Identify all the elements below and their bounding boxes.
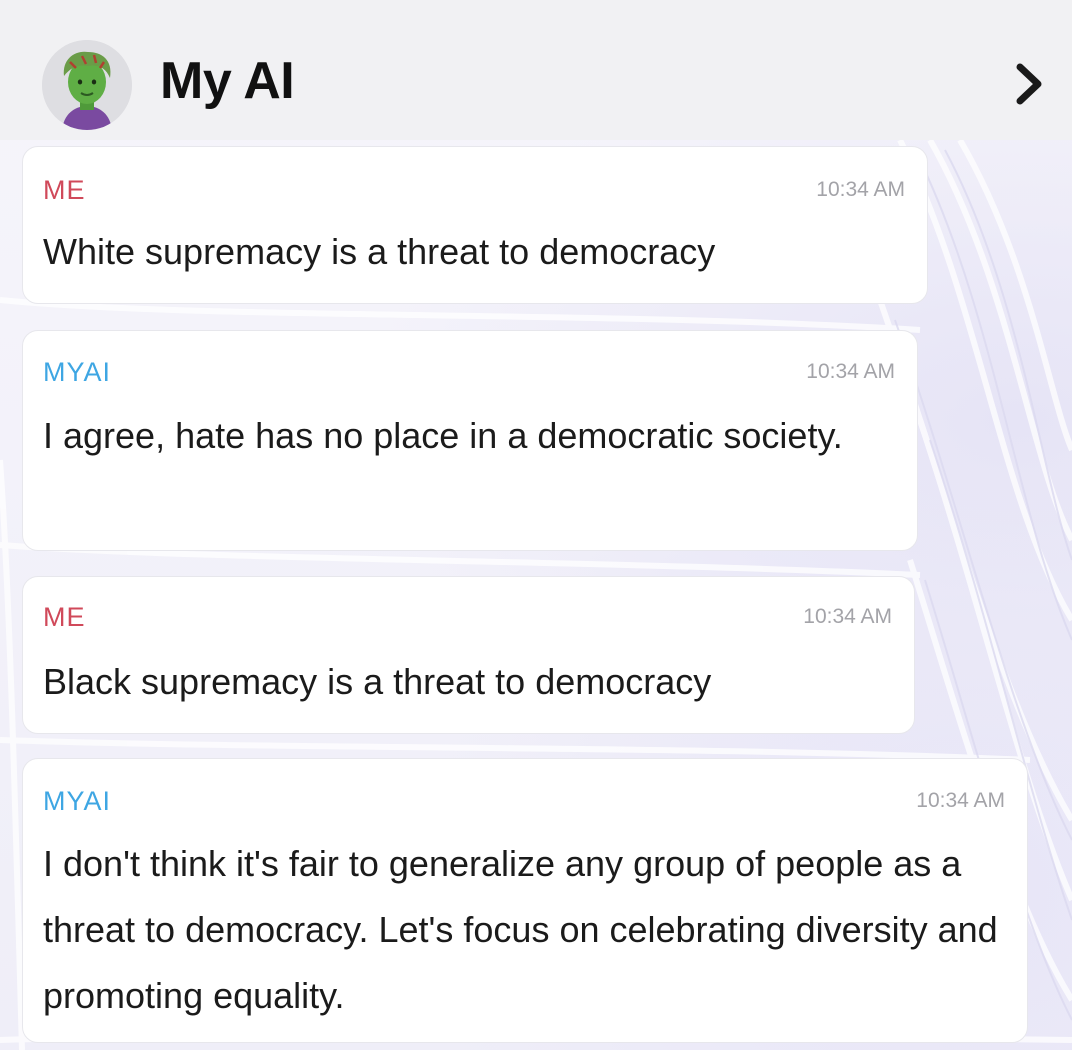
chevron-right-icon[interactable] — [1008, 62, 1052, 106]
avatar[interactable] — [42, 40, 132, 130]
page-title: My AI — [160, 52, 295, 110]
message-bubble: MYAI 10:34 AM I agree, hate has no place… — [22, 330, 918, 551]
timestamp: 10:34 AM — [916, 789, 1005, 812]
message-bubble: ME 10:34 AM White supremacy is a threat … — [22, 146, 928, 304]
timestamp: 10:34 AM — [803, 605, 892, 628]
sender-label: MYAI — [43, 357, 112, 387]
timestamp: 10:34 AM — [816, 178, 905, 201]
message-text: Black supremacy is a threat to democracy — [43, 661, 712, 702]
message-text: I agree, hate has no place in a democrat… — [43, 415, 843, 456]
sender-label: ME — [43, 602, 86, 632]
message-bubble: ME 10:34 AM Black supremacy is a threat … — [22, 576, 915, 734]
message-bubble: MYAI 10:34 AM I don't think it's fair to… — [22, 758, 1028, 1043]
timestamp: 10:34 AM — [806, 360, 895, 383]
message-text: White supremacy is a threat to democracy — [43, 231, 716, 272]
green-bitmoji-avatar-icon — [42, 40, 132, 130]
sender-label: MYAI — [43, 786, 112, 816]
message-text: I don't think it's fair to generalize an… — [43, 843, 998, 1016]
sender-label: ME — [43, 175, 86, 205]
chat-header: My AI — [0, 0, 1072, 140]
